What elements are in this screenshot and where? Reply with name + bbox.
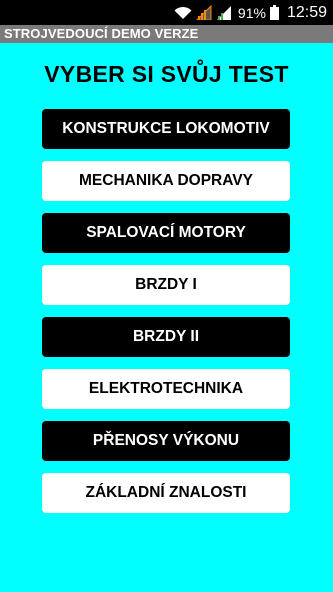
test-button-label: BRZDY II <box>132 328 200 345</box>
app-title: STROJVEDOUCÍ DEMO VERZE <box>4 26 199 41</box>
page-heading: VYBER SI SVŮJ TEST <box>44 61 289 87</box>
battery-percent: 91% <box>237 4 266 21</box>
signal-icon <box>196 5 212 20</box>
wifi-icon <box>174 6 192 20</box>
test-button-konstrukce-lokomotiv[interactable]: KONSTRUKCE LOKOMOTIV <box>42 109 290 149</box>
status-icons: 91% 12:59 <box>174 0 327 25</box>
test-button-label: ZÁKLADNÍ ZNALOSTI <box>85 484 247 501</box>
test-button-label: ELEKTROTECHNIKA <box>88 380 244 397</box>
test-button-prenosy-vykonu[interactable]: PŘENOSY VÝKONU <box>42 421 290 461</box>
test-button-label: KONSTRUKCE LOKOMOTIV <box>62 120 270 137</box>
status-bar: 91% 12:59 <box>0 0 333 25</box>
test-button-elektrotechnika[interactable]: ELEKTROTECHNIKA <box>42 369 290 409</box>
battery-icon <box>269 5 279 20</box>
clock: 12:59 <box>286 3 327 21</box>
test-button-spalovaci-motory[interactable]: SPALOVACÍ MOTORY <box>42 213 290 253</box>
test-button-zakladni-znalosti[interactable]: ZÁKLADNÍ ZNALOSTI <box>42 473 290 513</box>
signal-icon <box>216 5 232 20</box>
test-button-label: BRZDY I <box>135 276 197 293</box>
test-button-label: MECHANIKA DOPRAVY <box>79 172 253 189</box>
test-menu: KONSTRUKCE LOKOMOTIV MECHANIKA DOPRAVY S… <box>42 109 290 525</box>
test-button-label: SPALOVACÍ MOTORY <box>86 224 246 241</box>
test-button-brzdy-2[interactable]: BRZDY II <box>42 317 290 357</box>
test-button-label: PŘENOSY VÝKONU <box>92 432 240 449</box>
app-title-bar: STROJVEDOUCÍ DEMO VERZE <box>0 25 333 43</box>
test-button-brzdy-1[interactable]: BRZDY I <box>42 265 290 305</box>
test-button-mechanika-dopravy[interactable]: MECHANIKA DOPRAVY <box>42 161 290 201</box>
